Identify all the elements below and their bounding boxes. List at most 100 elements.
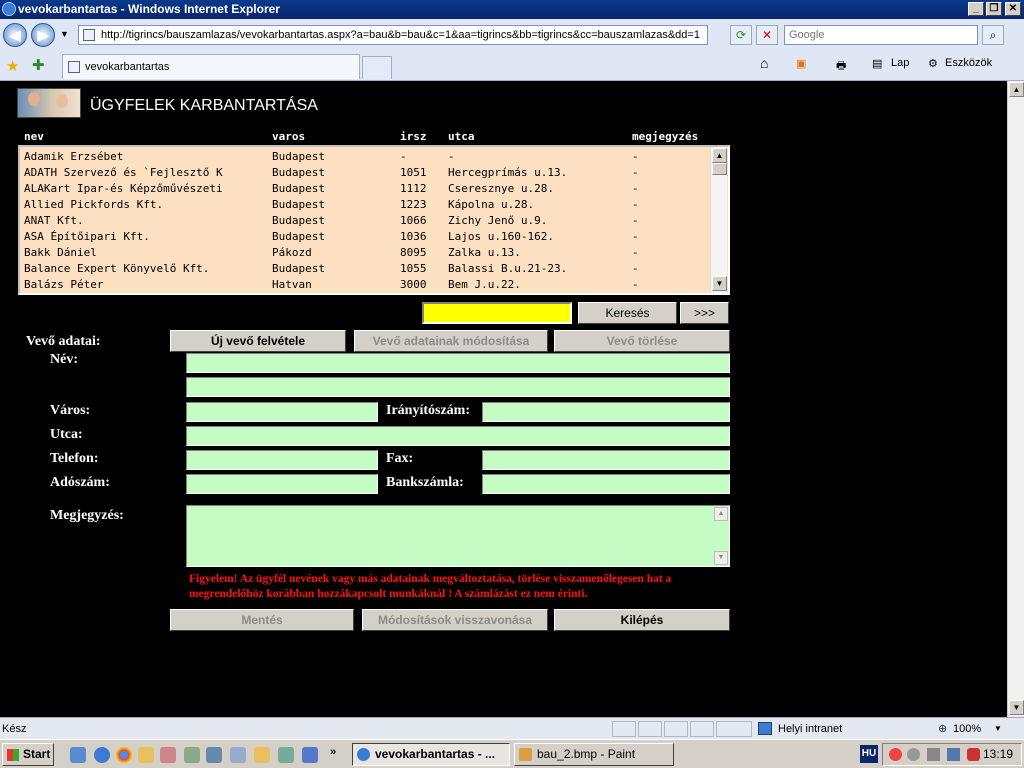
language-indicator[interactable]: HU — [860, 745, 878, 763]
tools-gear-icon[interactable]: ⚙ — [928, 57, 938, 70]
bank-account-field[interactable] — [482, 474, 730, 494]
status-bar: Kész Helyi intranet ⊕ 100% ▼ — [0, 717, 1024, 739]
stop-icon[interactable]: ✕ — [756, 25, 778, 45]
zoom-dropdown-icon[interactable]: ▼ — [994, 718, 1002, 740]
windows-logo-icon — [7, 749, 19, 761]
system-tray: 13:19 — [882, 743, 1022, 766]
undo-button[interactable]: Módosítások visszavonása — [362, 609, 548, 631]
tax-number-field[interactable] — [186, 474, 378, 494]
tool-icon[interactable] — [160, 747, 176, 763]
list-cell-utca: Balassi B.u.21-23. — [448, 262, 568, 275]
modify-customer-button[interactable]: Vevő adatainak módosítása — [354, 330, 548, 352]
folder-icon[interactable] — [138, 747, 154, 763]
list-cell-irsz: 1036 — [400, 230, 427, 243]
search-icon[interactable]: ⌕ — [982, 25, 1004, 45]
list-cell-irsz: 1055 — [400, 262, 427, 275]
page-icon — [68, 61, 80, 73]
clock[interactable]: 13:19 — [983, 744, 1013, 765]
scroll-up-icon[interactable]: ▲ — [714, 507, 728, 521]
list-cell-nev: Bakk Dániel — [24, 246, 97, 259]
page-scrollbar[interactable]: ▲ ▼ — [1007, 81, 1024, 717]
list-cell-megj: - — [632, 214, 639, 227]
list-cell-varos: Budapest — [272, 230, 325, 243]
column-header-megjegyzes: megjegyzés — [632, 130, 699, 143]
close-button[interactable]: ✕ — [1005, 2, 1021, 16]
show-desktop-icon[interactable] — [70, 747, 86, 763]
list-cell-utca: Hercegprímás u.13. — [448, 166, 568, 179]
image-icon[interactable] — [230, 747, 246, 763]
add-favorites-icon[interactable]: ✚ — [32, 56, 45, 74]
section-label: Vevő adatai: — [26, 334, 101, 349]
settings-icon[interactable] — [184, 747, 200, 763]
note-textarea[interactable]: ▲ ▼ — [186, 505, 730, 567]
scroll-down-icon[interactable]: ▼ — [714, 551, 728, 565]
tools-menu-label[interactable]: Eszközök — [945, 57, 992, 69]
window-title: vevokarbantartas - Windows Internet Expl… — [18, 2, 280, 16]
more-icon[interactable]: » — [330, 746, 336, 758]
new-customer-button[interactable]: Új vevő felvétele — [170, 330, 346, 352]
search-field[interactable] — [422, 302, 572, 324]
favorites-star-icon[interactable]: ★ — [6, 57, 19, 75]
scroll-down-icon[interactable]: ▼ — [1009, 700, 1024, 715]
status-text: Kész — [2, 723, 27, 735]
explorer-folder-icon[interactable] — [254, 747, 270, 763]
zip-field[interactable] — [482, 402, 730, 422]
company-logo — [17, 88, 81, 118]
tray-icon[interactable] — [907, 748, 920, 761]
search-input[interactable]: Google — [784, 25, 978, 45]
new-tab-button[interactable] — [362, 56, 392, 79]
zoom-level[interactable]: 100% — [953, 718, 981, 740]
street-field[interactable] — [186, 426, 730, 446]
exit-button[interactable]: Kilépés — [554, 609, 730, 631]
next-button[interactable]: >>> — [680, 302, 729, 324]
start-button[interactable]: Start — [2, 743, 54, 766]
url-input[interactable]: http://tigrincs/bauszamlazas/vevokarbant… — [78, 25, 708, 45]
calc-icon[interactable] — [206, 747, 222, 763]
zoom-icon[interactable]: ⊕ — [938, 718, 947, 740]
ie-icon — [2, 2, 16, 16]
list-cell-varos: Budapest — [272, 214, 325, 227]
back-arrow-icon[interactable]: ◀ — [3, 23, 27, 47]
page-menu-label[interactable]: Lap — [891, 57, 909, 69]
chrome-icon[interactable] — [116, 747, 132, 763]
scroll-thumb[interactable] — [712, 163, 727, 175]
list-cell-irsz: 8095 — [400, 246, 427, 259]
network-icon[interactable] — [278, 747, 294, 763]
minimize-button[interactable]: _ — [968, 2, 984, 16]
phone-field[interactable] — [186, 450, 378, 470]
name-field-2[interactable] — [186, 377, 730, 397]
home-icon[interactable]: ⌂ — [760, 55, 768, 71]
ie-quicklaunch-icon[interactable] — [94, 747, 110, 763]
page-menu-icon[interactable]: ▤ — [872, 57, 882, 70]
forward-arrow-icon[interactable]: ▶ — [31, 23, 55, 47]
list-scrollbar[interactable]: ▲ ▼ — [710, 147, 727, 293]
save-button[interactable]: Mentés — [170, 609, 354, 631]
tax-number-label: Adószám: — [50, 475, 110, 490]
taskbar: Start » vevokarbantartas - ... bau_2.bmp… — [0, 739, 1024, 768]
app-icon[interactable] — [302, 747, 318, 763]
delete-customer-button[interactable]: Vevő törlése — [554, 330, 730, 352]
taskbar-item-ie[interactable]: vevokarbantartas - ... — [352, 743, 510, 766]
feeds-icon[interactable]: ▣ — [796, 57, 806, 70]
city-field[interactable] — [186, 402, 378, 422]
name-field[interactable] — [186, 353, 730, 373]
tray-icon[interactable] — [927, 748, 940, 761]
scroll-down-icon[interactable]: ▼ — [712, 276, 727, 291]
list-cell-megj: - — [632, 150, 639, 163]
customer-list[interactable]: Adamik Erzsébet Budapest - - - ADATH Szervező… — [18, 145, 730, 295]
print-icon[interactable]: 🖶 — [836, 57, 846, 76]
maximize-button[interactable]: ❐ — [986, 2, 1002, 16]
fax-field[interactable] — [482, 450, 730, 470]
history-dropdown-icon[interactable]: ▼ — [60, 29, 69, 39]
scroll-up-icon[interactable]: ▲ — [1009, 82, 1024, 97]
column-header-utca: utca — [448, 130, 475, 143]
taskbar-item-paint[interactable]: bau_2.bmp - Paint — [514, 743, 674, 766]
tab-vevokarbantartas[interactable]: vevokarbantartas — [62, 54, 360, 79]
search-button[interactable]: Keresés — [578, 302, 677, 324]
security-tray-icon[interactable] — [967, 748, 980, 761]
tray-icon[interactable] — [889, 748, 902, 761]
refresh-icon[interactable]: ⟳ — [730, 25, 752, 45]
tab-bar: ★ ✚ vevokarbantartas ⌂ ▣ 🖶 ▤ Lap ⚙ Eszkö… — [0, 51, 1024, 81]
network-tray-icon[interactable] — [947, 748, 960, 761]
scroll-up-icon[interactable]: ▲ — [712, 148, 727, 163]
